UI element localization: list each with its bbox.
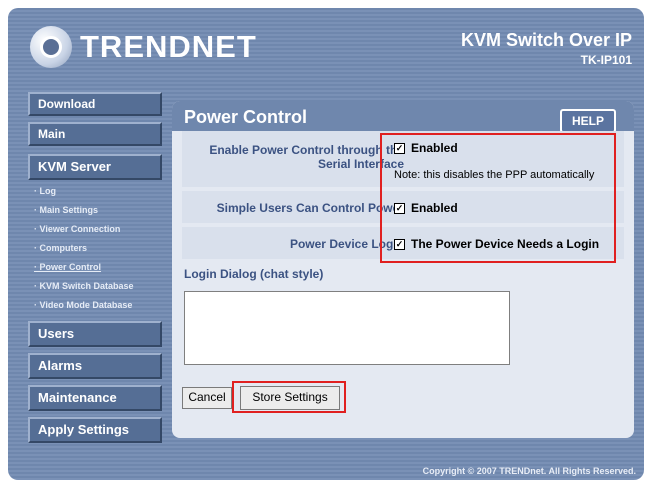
sidebar-sub-video-mode-database[interactable]: · Video Mode Database — [28, 296, 158, 315]
product-title: KVM Switch Over IP — [460, 30, 632, 50]
sidebar-item-users[interactable]: Users — [28, 321, 162, 347]
sidebar-sub-main-settings[interactable]: · Main Settings — [28, 201, 158, 220]
highlight-box-options — [380, 133, 616, 263]
kvm-server-submenu: · Log · Main Settings · Viewer Connectio… — [28, 182, 158, 315]
sidebar: Download Main KVM Server · Log · Main Se… — [28, 92, 162, 443]
sidebar-sub-computers[interactable]: · Computers — [28, 239, 158, 258]
sidebar-item-maintenance[interactable]: Maintenance — [28, 385, 162, 411]
brand-logo: TRENDNET — [30, 26, 257, 68]
login-dialog-textarea[interactable] — [184, 291, 510, 365]
main-panel: Power Control HELP Enable Power Control … — [172, 101, 634, 438]
enable-label-line1: Enable Power Control through the — [209, 143, 404, 157]
app-frame: TRENDNET KVM Switch Over IP TK-IP101 Dow… — [8, 8, 644, 480]
sidebar-item-download[interactable]: Download — [28, 92, 162, 116]
sidebar-item-main[interactable]: Main — [28, 122, 162, 146]
simple-users-label: Simple Users Can Control Power — [216, 201, 404, 215]
device-login-label: Power Device Login — [289, 237, 404, 251]
copyright: Copyright © 2007 TRENDnet. All Rights Re… — [422, 466, 636, 476]
sidebar-sub-log[interactable]: · Log — [28, 182, 158, 201]
sidebar-sub-kvm-switch-database[interactable]: · KVM Switch Database — [28, 277, 158, 296]
trendnet-logo-icon — [30, 26, 72, 68]
logo-text: TRENDNET — [80, 29, 257, 64]
highlight-box-store — [232, 381, 346, 413]
sidebar-sub-viewer-connection[interactable]: · Viewer Connection — [28, 220, 158, 239]
enable-label-line2: Serial Interface — [317, 157, 404, 171]
login-dialog-label: Login Dialog (chat style) — [184, 267, 324, 281]
sidebar-item-apply-settings[interactable]: Apply Settings — [28, 417, 162, 443]
sidebar-item-kvm-server[interactable]: KVM Server — [28, 154, 162, 180]
header: TRENDNET KVM Switch Over IP TK-IP101 — [8, 8, 644, 88]
product-model: TK-IP101 — [580, 53, 632, 67]
cancel-button[interactable]: Cancel — [182, 387, 232, 409]
sidebar-item-alarms[interactable]: Alarms — [28, 353, 162, 379]
sidebar-sub-power-control[interactable]: · Power Control — [28, 258, 158, 277]
help-button[interactable]: HELP — [560, 109, 616, 133]
page-title: Power Control — [184, 107, 308, 127]
